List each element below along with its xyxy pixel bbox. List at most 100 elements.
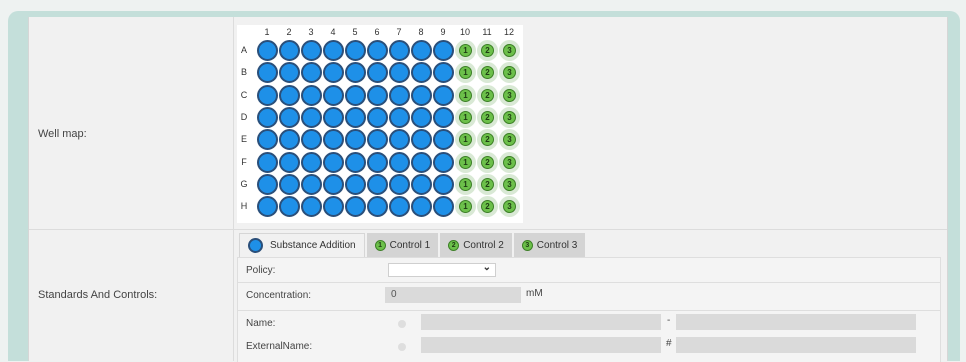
substance-well[interactable] — [323, 62, 344, 84]
substance-well[interactable] — [345, 129, 366, 151]
substance-well[interactable] — [411, 62, 432, 84]
substance-well[interactable] — [257, 106, 278, 128]
substance-well[interactable] — [367, 196, 388, 218]
control-well[interactable]: 3 — [499, 62, 520, 84]
control-well[interactable]: 2 — [477, 173, 498, 195]
control-well[interactable]: 2 — [477, 151, 498, 173]
control-well[interactable]: 2 — [477, 40, 498, 61]
substance-well[interactable] — [389, 84, 410, 106]
substance-well[interactable] — [389, 40, 410, 61]
external-name-toggle[interactable] — [398, 343, 406, 351]
substance-well[interactable] — [433, 62, 454, 84]
substance-well[interactable] — [279, 129, 300, 151]
substance-well[interactable] — [367, 129, 388, 151]
substance-well[interactable] — [411, 40, 432, 61]
substance-well[interactable] — [367, 84, 388, 106]
substance-well[interactable] — [301, 62, 322, 84]
substance-well[interactable] — [345, 40, 366, 61]
substance-well[interactable] — [345, 151, 366, 173]
substance-well[interactable] — [411, 84, 432, 106]
substance-well[interactable] — [257, 40, 278, 61]
control-well[interactable]: 1 — [455, 84, 476, 106]
substance-well[interactable] — [411, 196, 432, 218]
policy-select[interactable]: ⌄ — [388, 262, 496, 277]
control-well[interactable]: 3 — [499, 173, 520, 195]
tab-substance-addition[interactable]: Substance Addition — [239, 233, 365, 257]
substance-well[interactable] — [389, 129, 410, 151]
substance-well[interactable] — [367, 173, 388, 195]
control-well[interactable]: 3 — [499, 84, 520, 106]
substance-well[interactable] — [411, 106, 432, 128]
substance-well[interactable] — [279, 40, 300, 61]
control-well[interactable]: 1 — [455, 62, 476, 84]
substance-well[interactable] — [433, 129, 454, 151]
control-well[interactable]: 3 — [499, 196, 520, 218]
control-well[interactable]: 2 — [477, 129, 498, 151]
substance-well[interactable] — [323, 84, 344, 106]
substance-well[interactable] — [301, 151, 322, 173]
tab-control-1[interactable]: 1 Control 1 — [366, 233, 439, 257]
substance-well[interactable] — [279, 196, 300, 218]
substance-well[interactable] — [279, 173, 300, 195]
substance-well[interactable] — [301, 196, 322, 218]
substance-well[interactable] — [257, 151, 278, 173]
control-well[interactable]: 3 — [499, 106, 520, 128]
substance-well[interactable] — [323, 151, 344, 173]
control-well[interactable]: 1 — [455, 173, 476, 195]
control-well[interactable]: 1 — [455, 106, 476, 128]
substance-well[interactable] — [389, 106, 410, 128]
substance-well[interactable] — [257, 84, 278, 106]
substance-well[interactable] — [433, 173, 454, 195]
external-name-first-input[interactable] — [421, 337, 661, 353]
substance-well[interactable] — [411, 129, 432, 151]
control-well[interactable]: 1 — [455, 151, 476, 173]
substance-well[interactable] — [301, 40, 322, 61]
name-second-input[interactable] — [676, 314, 916, 330]
substance-well[interactable] — [257, 173, 278, 195]
substance-well[interactable] — [345, 84, 366, 106]
substance-well[interactable] — [323, 173, 344, 195]
substance-well[interactable] — [345, 106, 366, 128]
substance-well[interactable] — [433, 84, 454, 106]
substance-well[interactable] — [367, 40, 388, 61]
substance-well[interactable] — [301, 129, 322, 151]
substance-well[interactable] — [323, 106, 344, 128]
substance-well[interactable] — [433, 196, 454, 218]
substance-well[interactable] — [367, 106, 388, 128]
substance-well[interactable] — [433, 106, 454, 128]
substance-well[interactable] — [257, 62, 278, 84]
substance-well[interactable] — [367, 62, 388, 84]
control-well[interactable]: 3 — [499, 151, 520, 173]
substance-well[interactable] — [323, 129, 344, 151]
substance-well[interactable] — [367, 151, 388, 173]
control-well[interactable]: 3 — [499, 40, 520, 61]
substance-well[interactable] — [257, 129, 278, 151]
tab-control-2[interactable]: 2 Control 2 — [440, 233, 512, 257]
name-toggle[interactable] — [398, 320, 406, 328]
substance-well[interactable] — [389, 151, 410, 173]
substance-well[interactable] — [345, 173, 366, 195]
substance-well[interactable] — [323, 40, 344, 61]
substance-well[interactable] — [411, 151, 432, 173]
control-well[interactable]: 2 — [477, 84, 498, 106]
substance-well[interactable] — [301, 84, 322, 106]
substance-well[interactable] — [279, 62, 300, 84]
substance-well[interactable] — [389, 62, 410, 84]
control-well[interactable]: 1 — [455, 196, 476, 218]
substance-well[interactable] — [301, 106, 322, 128]
substance-well[interactable] — [279, 151, 300, 173]
substance-well[interactable] — [433, 151, 454, 173]
substance-well[interactable] — [301, 173, 322, 195]
control-well[interactable]: 2 — [477, 196, 498, 218]
substance-well[interactable] — [279, 84, 300, 106]
substance-well[interactable] — [345, 196, 366, 218]
name-first-input[interactable] — [421, 314, 661, 330]
external-name-second-input[interactable] — [676, 337, 916, 353]
control-well[interactable]: 2 — [477, 62, 498, 84]
substance-well[interactable] — [323, 196, 344, 218]
tab-control-3[interactable]: 3 Control 3 — [513, 233, 586, 257]
substance-well[interactable] — [389, 196, 410, 218]
substance-well[interactable] — [411, 173, 432, 195]
substance-well[interactable] — [433, 40, 454, 61]
control-well[interactable]: 1 — [455, 129, 476, 151]
